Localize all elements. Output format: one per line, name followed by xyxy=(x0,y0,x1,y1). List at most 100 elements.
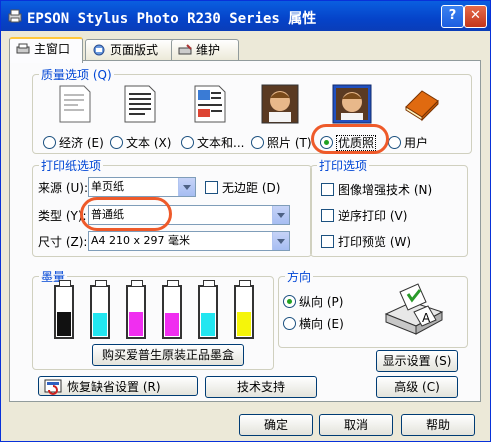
restore-defaults-label: 恢复缺省设置 (R) xyxy=(67,380,161,394)
source-select[interactable]: 单页纸 xyxy=(88,177,196,197)
portrait-label: 纵向 (P) xyxy=(299,295,344,309)
quality-legend: 质量选项 (Q) xyxy=(41,68,112,82)
ink-cartridge-cap xyxy=(239,280,251,287)
quality-photo-label: 照片 (T) xyxy=(267,136,312,150)
tab-main[interactable]: 主窗口 xyxy=(9,37,83,63)
radio-custom[interactable] xyxy=(388,136,401,149)
paper-size-select[interactable]: A4 210 x 297 毫米 xyxy=(88,231,290,251)
ink-cartridge xyxy=(54,280,74,339)
custom-book-icon xyxy=(405,90,439,122)
ink-cartridge-cap xyxy=(95,280,107,287)
borderless-checkbox[interactable]: 无边距 (D) xyxy=(205,179,280,196)
annotation-circle-paper-type xyxy=(80,197,172,231)
advanced-button[interactable]: 高级 (C) xyxy=(376,376,458,398)
quality-text-image-label: 文本和... xyxy=(197,136,245,150)
quality-option-text[interactable]: 文本 (X) xyxy=(110,134,171,151)
radio-economy[interactable] xyxy=(43,136,56,149)
quality-option-custom[interactable]: 用户 xyxy=(388,134,428,151)
ink-level-fill xyxy=(237,312,251,336)
restore-defaults-icon xyxy=(44,379,62,395)
paper-options-legend: 打印纸选项 xyxy=(41,159,102,173)
main-tab-panel: 质量选项 (Q) 经济 (E) 文本 (X) 文本和... 照片 (T) 优质照… xyxy=(9,60,481,402)
image-enhance-box[interactable] xyxy=(321,183,334,196)
quality-text-label: 文本 (X) xyxy=(126,136,172,150)
radio-text-image[interactable] xyxy=(181,136,194,149)
ink-level-fill xyxy=(57,312,71,336)
print-preview-label: 打印预览 (W) xyxy=(338,235,412,249)
text-doc-icon xyxy=(124,85,156,123)
ink-cartridge xyxy=(90,280,110,339)
reverse-order-box[interactable] xyxy=(321,209,334,222)
quality-option-economy[interactable]: 经济 (E) xyxy=(43,134,104,151)
annotation-circle-quality xyxy=(311,124,389,154)
ink-level-fill xyxy=(129,312,143,336)
cancel-button[interactable]: 取消 xyxy=(319,414,393,436)
ink-level-fill xyxy=(165,313,179,336)
ink-cartridge-cap xyxy=(167,280,179,287)
main-window-icon xyxy=(16,43,30,54)
maintenance-icon xyxy=(178,44,192,55)
orientation-landscape[interactable]: 横向 (E) xyxy=(283,315,344,332)
best-photo-icon xyxy=(332,84,372,124)
source-value: 单页纸 xyxy=(91,180,124,193)
page-layout-icon xyxy=(93,44,105,56)
tab-main-label: 主窗口 xyxy=(34,42,71,56)
help-button[interactable]: 帮助 xyxy=(401,414,475,436)
tab-maintenance[interactable]: 维护 xyxy=(171,39,239,60)
title-bar: EPSON Stylus Photo R230 Series 属性 ? ✕ xyxy=(1,1,490,31)
ink-level-fill xyxy=(93,313,107,336)
tab-page-layout-label: 页面版式 xyxy=(110,43,159,57)
economy-doc-icon xyxy=(59,85,91,123)
source-label: 来源 (U): xyxy=(38,181,89,195)
ink-cartridge xyxy=(234,280,254,339)
ink-cartridge-cap xyxy=(59,280,71,287)
ink-cartridge-cap xyxy=(131,280,143,287)
quality-economy-label: 经济 (E) xyxy=(59,136,104,150)
tab-maintenance-label: 维护 xyxy=(196,43,221,57)
size-label: 尺寸 (Z): xyxy=(38,235,88,249)
chevron-down-icon[interactable] xyxy=(272,232,289,250)
restore-defaults-button[interactable]: 恢复缺省设置 (R) xyxy=(38,376,198,396)
chevron-down-icon[interactable] xyxy=(178,178,195,196)
image-enhance-label: 图像增强技术 (N) xyxy=(338,183,433,197)
quality-option-photo[interactable]: 照片 (T) xyxy=(251,134,312,151)
svg-text:A: A xyxy=(422,311,431,325)
close-button[interactable]: ✕ xyxy=(464,5,487,28)
buy-ink-button[interactable]: 购买爱普生原装正品墨盒 xyxy=(92,344,244,366)
printer-preview-icon: A xyxy=(384,283,444,335)
ok-button[interactable]: 确定 xyxy=(239,414,313,436)
photo-icon xyxy=(261,84,299,124)
print-options-legend: 打印选项 xyxy=(319,159,368,173)
paper-size-value: A4 210 x 297 毫米 xyxy=(91,234,191,247)
ink-cartridge xyxy=(126,280,146,339)
landscape-label: 横向 (E) xyxy=(299,317,344,331)
print-preview-checkbox[interactable]: 打印预览 (W) xyxy=(321,233,411,250)
printer-icon xyxy=(8,9,22,23)
borderless-box[interactable] xyxy=(205,181,218,194)
radio-text[interactable] xyxy=(110,136,123,149)
ink-level-fill xyxy=(201,313,215,336)
ink-cartridge-cap xyxy=(203,280,215,287)
image-enhance-checkbox[interactable]: 图像增强技术 (N) xyxy=(321,181,432,198)
tab-page-layout[interactable]: 页面版式 xyxy=(85,39,177,60)
tech-support-button[interactable]: 技术支持 xyxy=(205,376,317,398)
window-title: EPSON Stylus Photo R230 Series 属性 xyxy=(27,11,317,27)
radio-landscape[interactable] xyxy=(283,317,296,330)
chevron-down-icon[interactable] xyxy=(272,206,289,224)
reverse-order-checkbox[interactable]: 逆序打印 (V) xyxy=(321,207,407,224)
radio-photo[interactable] xyxy=(251,136,264,149)
reverse-order-label: 逆序打印 (V) xyxy=(338,209,408,223)
borderless-label: 无边距 (D) xyxy=(222,181,281,195)
properties-dialog: EPSON Stylus Photo R230 Series 属性 ? ✕ 主窗… xyxy=(0,0,491,442)
orientation-legend: 方向 xyxy=(287,270,312,284)
help-title-button[interactable]: ? xyxy=(441,5,464,28)
display-settings-button[interactable]: 显示设置 (S) xyxy=(376,350,458,372)
quality-option-text-image[interactable]: 文本和... xyxy=(181,134,244,151)
ink-cartridge xyxy=(162,280,182,339)
orientation-portrait[interactable]: 纵向 (P) xyxy=(283,293,343,310)
ink-cartridge xyxy=(198,280,218,339)
text-image-doc-icon xyxy=(194,85,226,123)
quality-custom-label: 用户 xyxy=(404,136,429,150)
print-preview-box[interactable] xyxy=(321,235,334,248)
radio-portrait[interactable] xyxy=(283,295,296,308)
